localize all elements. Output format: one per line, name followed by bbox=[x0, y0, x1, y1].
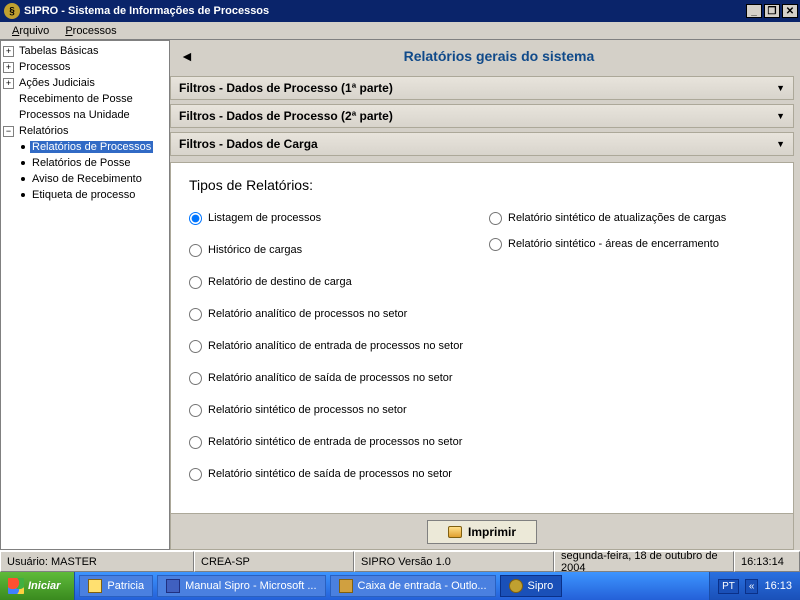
main-area: +Tabelas Básicas +Processos +Ações Judic… bbox=[0, 40, 800, 550]
opt-sintetico-entrada[interactable]: Relatório sintético de entrada de proces… bbox=[189, 429, 489, 455]
printer-icon bbox=[448, 526, 462, 538]
task-word[interactable]: Manual Sipro - Microsoft ... bbox=[157, 575, 325, 597]
chevron-down-icon: ▼ bbox=[776, 83, 785, 93]
chevron-down-icon: ▼ bbox=[776, 139, 785, 149]
opt-sintetico-proc[interactable]: Relatório sintético de processos no seto… bbox=[189, 397, 489, 423]
tree-node-processos[interactable]: +Processos bbox=[3, 59, 167, 75]
tree-node-tabelas[interactable]: +Tabelas Básicas bbox=[3, 43, 167, 59]
radio-input[interactable] bbox=[189, 468, 202, 481]
task-patricia[interactable]: Patricia bbox=[79, 575, 153, 597]
filter-processo-1[interactable]: Filtros - Dados de Processo (1ª parte) ▼ bbox=[170, 76, 794, 100]
app-icon bbox=[509, 579, 523, 593]
start-button[interactable]: Iniciar bbox=[0, 572, 75, 600]
tree-node-recebimento[interactable]: Recebimento de Posse bbox=[3, 91, 167, 107]
filter-label: Filtros - Dados de Processo (2ª parte) bbox=[179, 109, 393, 123]
minimize-button[interactable]: _ bbox=[746, 4, 762, 18]
radio-input[interactable] bbox=[189, 340, 202, 353]
windows-logo-icon bbox=[8, 578, 24, 594]
print-button[interactable]: Imprimir bbox=[427, 520, 537, 544]
lang-indicator[interactable]: PT bbox=[718, 579, 739, 594]
menu-processos[interactable]: Processos bbox=[57, 24, 124, 38]
radio-input[interactable] bbox=[189, 436, 202, 449]
filter-label: Filtros - Dados de Processo (1ª parte) bbox=[179, 81, 393, 95]
tree-child-etiqueta[interactable]: Etiqueta de processo bbox=[3, 187, 167, 203]
status-org: CREA-SP bbox=[194, 551, 354, 572]
radio-input[interactable] bbox=[189, 244, 202, 257]
task-outlook[interactable]: Caixa de entrada - Outlo... bbox=[330, 575, 496, 597]
tree-child-rel-posse[interactable]: Relatórios de Posse bbox=[3, 155, 167, 171]
report-options: Listagem de processos Histórico de carga… bbox=[189, 205, 775, 487]
opt-listagem[interactable]: Listagem de processos bbox=[189, 205, 489, 231]
radio-input[interactable] bbox=[189, 308, 202, 321]
opt-sintetico-encerramento[interactable]: Relatório sintético - áreas de encerrame… bbox=[489, 231, 775, 257]
radio-input[interactable] bbox=[489, 238, 502, 251]
tree-child-rel-processos[interactable]: Relatórios de Processos bbox=[3, 139, 167, 155]
title-bar: § SIPRO - Sistema de Informações de Proc… bbox=[0, 0, 800, 22]
opt-sintetico-saida[interactable]: Relatório sintético de saída de processo… bbox=[189, 461, 489, 487]
outlook-icon bbox=[339, 579, 353, 593]
report-panel: Tipos de Relatórios: Listagem de process… bbox=[170, 162, 794, 514]
word-icon bbox=[166, 579, 180, 593]
reports-heading: Tipos de Relatórios: bbox=[189, 177, 775, 193]
back-button[interactable]: ◄ bbox=[170, 48, 204, 64]
filter-processo-2[interactable]: Filtros - Dados de Processo (2ª parte) ▼ bbox=[170, 104, 794, 128]
page-title: Relatórios gerais do sistema bbox=[204, 48, 794, 64]
radio-input[interactable] bbox=[189, 404, 202, 417]
tray-chevron[interactable]: « bbox=[745, 579, 759, 594]
maximize-button[interactable]: ❐ bbox=[764, 4, 780, 18]
opt-analitico-entrada[interactable]: Relatório analítico de entrada de proces… bbox=[189, 333, 489, 359]
radio-input[interactable] bbox=[189, 372, 202, 385]
tree-node-acoes[interactable]: +Ações Judiciais bbox=[3, 75, 167, 91]
tree-node-relatorios[interactable]: −Relatórios bbox=[3, 123, 167, 139]
chevron-down-icon: ▼ bbox=[776, 111, 785, 121]
task-sipro[interactable]: Sipro bbox=[500, 575, 563, 597]
app-icon: § bbox=[4, 3, 20, 19]
status-time: 16:13:14 bbox=[734, 551, 800, 572]
opt-destino[interactable]: Relatório de destino de carga bbox=[189, 269, 489, 295]
radio-input[interactable] bbox=[489, 212, 502, 225]
tree-node-proc-unidade[interactable]: Processos na Unidade bbox=[3, 107, 167, 123]
menu-bar: Arquivo Processos bbox=[0, 22, 800, 40]
close-button[interactable]: ✕ bbox=[782, 4, 798, 18]
status-bar: Usuário: MASTER CREA-SP SIPRO Versão 1.0… bbox=[0, 550, 800, 572]
filter-label: Filtros - Dados de Carga bbox=[179, 137, 318, 151]
taskbar: Iniciar Patricia Manual Sipro - Microsof… bbox=[0, 572, 800, 600]
tree-child-aviso[interactable]: Aviso de Recebimento bbox=[3, 171, 167, 187]
nav-tree[interactable]: +Tabelas Básicas +Processos +Ações Judic… bbox=[0, 40, 170, 550]
window-title: SIPRO - Sistema de Informações de Proces… bbox=[24, 5, 744, 17]
status-version: SIPRO Versão 1.0 bbox=[354, 551, 554, 572]
folder-icon bbox=[88, 579, 102, 593]
filter-carga[interactable]: Filtros - Dados de Carga ▼ bbox=[170, 132, 794, 156]
content-header: ◄ Relatórios gerais do sistema bbox=[170, 40, 794, 72]
print-bar: Imprimir bbox=[170, 514, 794, 550]
status-user: Usuário: MASTER bbox=[0, 551, 194, 572]
content-pane: ◄ Relatórios gerais do sistema Filtros -… bbox=[170, 40, 800, 550]
print-label: Imprimir bbox=[468, 525, 516, 539]
opt-analitico-saida[interactable]: Relatório analítico de saída de processo… bbox=[189, 365, 489, 391]
status-date: segunda-feira, 18 de outubro de 2004 bbox=[554, 551, 734, 572]
radio-input[interactable] bbox=[189, 276, 202, 289]
radio-input[interactable] bbox=[189, 212, 202, 225]
opt-historico[interactable]: Histórico de cargas bbox=[189, 237, 489, 263]
menu-arquivo[interactable]: Arquivo bbox=[4, 24, 57, 38]
tray-clock: 16:13 bbox=[764, 580, 792, 592]
window-controls: _ ❐ ✕ bbox=[744, 4, 798, 18]
opt-analitico-proc[interactable]: Relatório analítico de processos no seto… bbox=[189, 301, 489, 327]
system-tray: PT « 16:13 bbox=[709, 572, 800, 600]
opt-sintetico-atualizacoes[interactable]: Relatório sintético de atualizações de c… bbox=[489, 205, 775, 231]
